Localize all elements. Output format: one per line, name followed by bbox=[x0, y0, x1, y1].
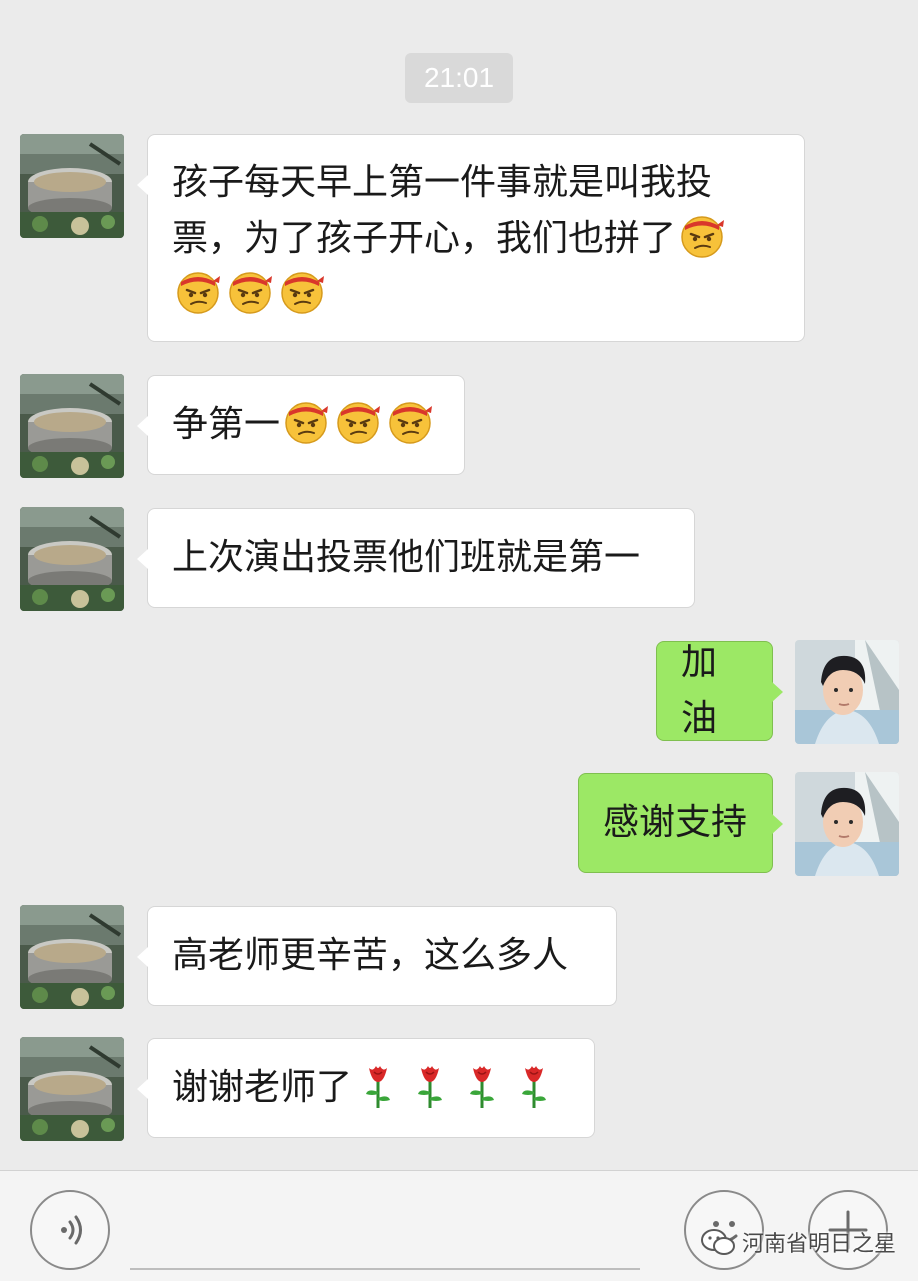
message-text: 孩子每天早上第一件事就是叫我投票，为了孩子开心，我们也拼了 bbox=[172, 162, 713, 259]
message-input-field[interactable] bbox=[130, 1268, 640, 1270]
user-avatar[interactable] bbox=[795, 640, 899, 744]
message-bubble-incoming[interactable]: 孩子每天早上第一件事就是叫我投票，为了孩子开心，我们也拼了 bbox=[137, 134, 805, 342]
rose-emoji bbox=[508, 1060, 560, 1117]
message-bubble-incoming[interactable]: 争第一 bbox=[137, 375, 465, 475]
voice-button[interactable] bbox=[30, 1190, 110, 1270]
contact-avatar[interactable] bbox=[20, 1037, 124, 1141]
contact-avatar[interactable] bbox=[20, 905, 124, 1009]
rose-emoji bbox=[404, 1060, 456, 1117]
message-text: 争第一 bbox=[172, 404, 281, 445]
message-text: 高老师更辛苦，这么多人 bbox=[172, 935, 569, 976]
determined-face-emoji bbox=[224, 271, 276, 315]
timestamp-text: 21:01 bbox=[423, 62, 495, 93]
message-text: 谢谢老师了 bbox=[172, 1067, 353, 1108]
message-text: 感谢支持 bbox=[603, 802, 748, 843]
message-text: 上次演出投票他们班就是第一 bbox=[172, 537, 641, 578]
contact-avatar[interactable] bbox=[20, 374, 124, 478]
watermark-text: 河南省明日之星 bbox=[742, 1231, 897, 1256]
message-bubble-outgoing[interactable]: 感谢支持 bbox=[578, 773, 783, 873]
message-bubble-incoming[interactable]: 高老师更辛苦，这么多人 bbox=[137, 906, 617, 1006]
message-bubble-incoming[interactable]: 谢谢老师了 bbox=[137, 1038, 595, 1138]
determined-face-emoji bbox=[276, 271, 328, 315]
user-avatar[interactable] bbox=[795, 772, 899, 876]
watermark: 河南省明日之星 bbox=[700, 1222, 896, 1262]
timestamp-badge: 21:01 bbox=[405, 53, 513, 103]
determined-face-emoji bbox=[676, 215, 728, 259]
rose-emoji bbox=[352, 1060, 404, 1117]
message-text: 加油 bbox=[681, 642, 718, 739]
message-bubble-incoming[interactable]: 上次演出投票他们班就是第一 bbox=[137, 508, 695, 608]
determined-face-emoji bbox=[172, 271, 224, 315]
contact-avatar[interactable] bbox=[20, 134, 124, 238]
wechat-logo-icon bbox=[701, 1229, 735, 1255]
determined-face-emoji bbox=[332, 397, 384, 453]
message-bubble-outgoing[interactable]: 加油 bbox=[656, 641, 783, 741]
rose-emoji bbox=[456, 1060, 508, 1117]
determined-face-emoji bbox=[280, 397, 332, 453]
voice-icon bbox=[61, 1215, 82, 1245]
determined-face-emoji bbox=[384, 397, 436, 453]
contact-avatar[interactable] bbox=[20, 507, 124, 611]
